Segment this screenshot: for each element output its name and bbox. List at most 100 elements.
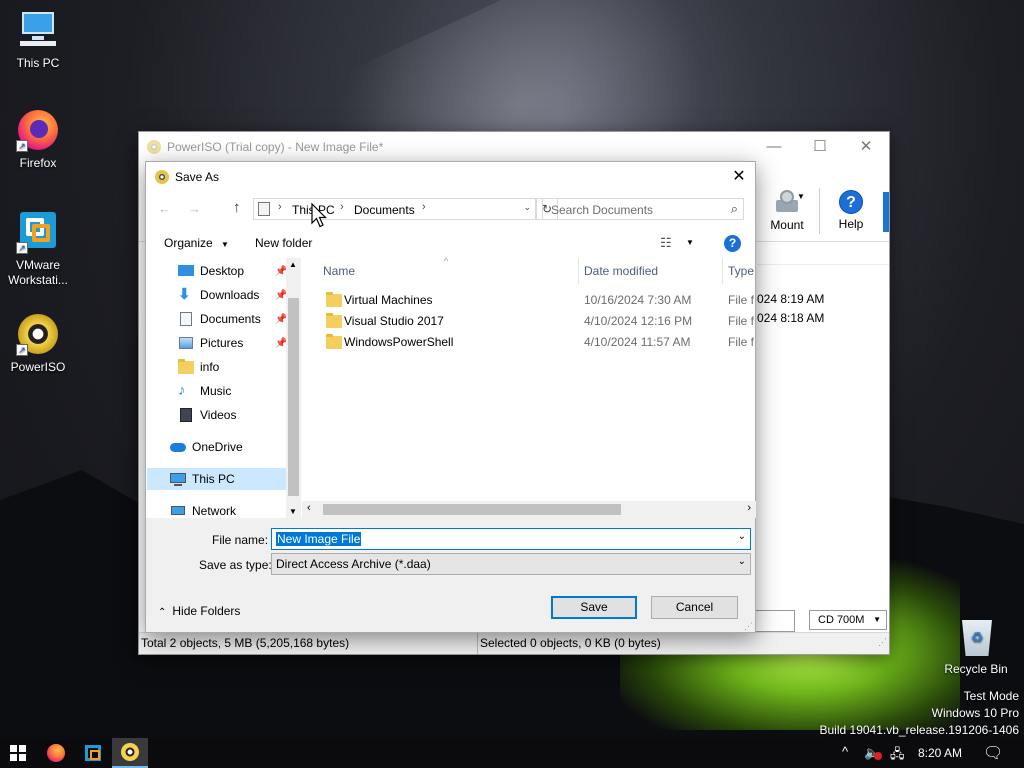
close-button[interactable]: ✕ (843, 132, 889, 162)
desktop-icon-label: Firefox (19, 156, 57, 170)
view-options-icon[interactable]: ☷ (660, 235, 672, 251)
file-row[interactable]: WindowsPowerShell 4/10/2024 11:57 AM Fil… (302, 332, 756, 353)
taskbar-poweriso[interactable] (112, 738, 148, 768)
nav-item-documents[interactable]: Documents 📌 (147, 308, 287, 330)
mount-button[interactable]: Mount ▼ (761, 190, 813, 232)
shortcut-arrow-icon: ↗ (16, 242, 28, 254)
file-name-label: File name: (212, 533, 269, 547)
chevron-down-icon: ▼ (873, 615, 881, 624)
muted-badge (874, 752, 882, 760)
desktop-icon-vmware[interactable]: ↗ VMware Workstati... (0, 210, 76, 288)
save-as-dialog: Save As ✕ ← → ↑ › This PC › Documents › … (145, 161, 756, 633)
file-name: Visual Studio 2017 (344, 314, 444, 328)
scroll-left-icon[interactable]: ‹ (307, 502, 311, 514)
maximize-button[interactable]: ☐ (797, 132, 843, 162)
column-header-date[interactable]: Date modified (584, 258, 658, 284)
file-row[interactable]: Visual Studio 2017 4/10/2024 12:16 PM Fi… (302, 311, 756, 332)
disc-icon (121, 743, 139, 761)
nav-item-label: Desktop (200, 264, 245, 278)
column-divider[interactable] (578, 258, 579, 284)
desktop-icon-recycle-bin[interactable]: ♻ Recycle Bin (936, 614, 1016, 677)
desktop-icon-this-pc[interactable]: This PC (0, 8, 76, 71)
network-icon[interactable]: 🖧 (890, 745, 905, 767)
clock[interactable]: 8:20 AM (918, 746, 962, 760)
scrollbar-thumb[interactable] (323, 504, 621, 515)
nav-item-desktop[interactable]: Desktop 📌 (147, 260, 287, 282)
start-button[interactable] (0, 738, 36, 768)
download-icon: ⬇ (178, 286, 191, 303)
notification-icon[interactable]: 🗨 (983, 743, 1003, 763)
status-selected: Selected 0 objects, 0 KB (0 bytes) (480, 636, 661, 650)
scroll-up-icon[interactable]: ▲ (289, 260, 297, 269)
chevron-up-icon[interactable]: ^ (842, 744, 848, 759)
file-list-scrollbar[interactable]: ‹ › (302, 501, 756, 518)
file-date: 4/10/2024 12:16 PM (584, 314, 693, 328)
cancel-button[interactable]: Cancel (651, 596, 738, 619)
save-type-value: Direct Access Archive (*.daa) (276, 557, 431, 571)
taskbar-firefox[interactable] (38, 738, 74, 768)
nav-item-music[interactable]: ♪ Music (147, 380, 287, 402)
watermark-line: Build 19041.vb_release.191206-1406 (819, 723, 1020, 737)
file-name: Virtual Machines (344, 293, 433, 307)
breadcrumb-documents[interactable]: Documents (354, 203, 415, 217)
up-arrow-icon[interactable]: ↑ (233, 199, 241, 216)
address-bar[interactable]: › This PC › Documents › ⌄ (253, 198, 536, 220)
back-arrow-icon[interactable]: ← (158, 201, 171, 216)
nav-item-videos[interactable]: Videos (147, 404, 287, 426)
desktop-icon-poweriso[interactable]: ↗ PowerISO (0, 312, 76, 375)
hide-folders-button[interactable]: ⌃ Hide Folders (158, 604, 240, 618)
resize-grip-icon[interactable]: ⋰ (878, 632, 887, 653)
taskbar-vmware[interactable] (75, 738, 111, 768)
nav-item-downloads[interactable]: ⬇ Downloads 📌 (147, 284, 287, 306)
chevron-down-icon[interactable]: ⌄ (738, 531, 746, 542)
close-button[interactable]: ✕ (723, 162, 755, 192)
disc-size-select[interactable]: CD 700M ▼ (809, 610, 887, 630)
scroll-right-icon[interactable]: › (747, 502, 751, 514)
picture-icon (178, 335, 194, 351)
new-folder-button[interactable]: New folder (255, 236, 312, 250)
status-total: Total 2 objects, 5 MB (5,205,168 bytes) (141, 636, 350, 650)
column-divider (757, 264, 889, 265)
search-placeholder: Search Documents (551, 203, 654, 217)
progress-field (755, 610, 795, 632)
scrollbar-thumb[interactable] (288, 298, 299, 496)
nav-item-onedrive[interactable]: OneDrive (147, 436, 287, 458)
chevron-down-icon[interactable]: ⌄ (523, 202, 531, 213)
disc-icon: ↗ (16, 312, 60, 356)
file-type: File f (728, 314, 755, 328)
file-row[interactable]: Virtual Machines 10/16/2024 7:30 AM File… (302, 290, 756, 311)
computer-icon (16, 8, 60, 52)
organize-button[interactable]: Organize ▼ (164, 236, 229, 250)
minimize-button[interactable]: — (751, 132, 797, 162)
chevron-down-icon[interactable]: ⌄ (738, 556, 746, 567)
test-mode-watermark: Test Mode Windows 10 Pro Build 19041.vb_… (820, 688, 1020, 739)
scroll-down-icon[interactable]: ▼ (289, 507, 297, 516)
help-icon[interactable]: ? (724, 235, 741, 252)
file-type: File f (728, 293, 755, 307)
desktop-icon-firefox[interactable]: ↗ Firefox (0, 108, 76, 171)
column-divider[interactable] (722, 258, 723, 284)
column-header-name[interactable]: Name (323, 258, 355, 284)
toolbar-separator (819, 188, 820, 234)
nav-item-this-pc[interactable]: This PC (147, 468, 287, 490)
save-button[interactable]: Save (551, 596, 637, 619)
nav-item-info[interactable]: info (147, 356, 287, 378)
search-icon: ⌕ (730, 201, 738, 216)
save-type-label: Save as type: (199, 558, 272, 572)
column-header-type[interactable]: Type (728, 258, 754, 284)
nav-item-pictures[interactable]: Pictures 📌 (147, 332, 287, 354)
chevron-down-icon[interactable]: ▼ (686, 238, 694, 247)
desktop-icon-label: PowerISO (10, 360, 66, 374)
nav-item-label: Downloads (200, 288, 260, 302)
search-box[interactable]: Search Documents ⌕ (542, 198, 744, 220)
navigation-pane-scrollbar[interactable]: ▲ ▼ (286, 258, 301, 518)
chevron-right-icon: › (340, 201, 344, 213)
nav-item-label: OneDrive (192, 440, 243, 454)
file-name-input[interactable]: New Image File ⌄ (271, 528, 751, 550)
save-type-select[interactable]: Direct Access Archive (*.daa) ⌄ (271, 553, 751, 575)
file-name-value: New Image File (276, 532, 362, 546)
forward-arrow-icon[interactable]: → (188, 201, 201, 216)
resize-grip-icon[interactable]: ⋰ (744, 621, 753, 632)
help-button[interactable]: ? Help (825, 190, 877, 231)
folder-icon (178, 359, 194, 375)
